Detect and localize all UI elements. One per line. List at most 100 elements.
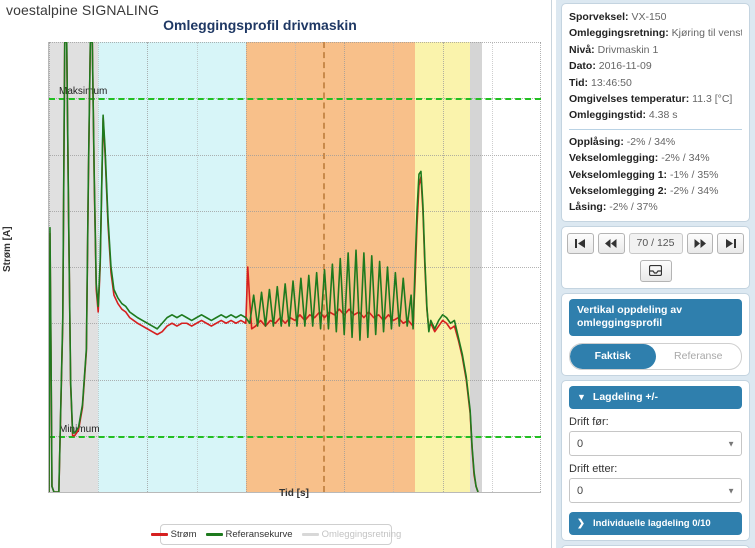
- info-row: Omgivelses temperatur: 11.3 [°C]: [569, 91, 742, 107]
- first-page-icon: [574, 238, 585, 248]
- brand-logo: voestalpine SIGNALING: [6, 2, 160, 18]
- info-value: -2% / 34%: [623, 135, 676, 148]
- info-value: -2% / 34%: [658, 152, 710, 165]
- info-key: Sporveksel:: [569, 11, 629, 23]
- info-value: 2016-11-09: [595, 60, 652, 73]
- layering-title: Lagdeling +/-: [592, 390, 658, 403]
- info-value: 11.3 [°C]: [689, 93, 733, 106]
- toggle-option-referanse[interactable]: Referanse: [656, 344, 742, 369]
- layering-panel: ▼ Lagdeling +/- Drift før: 0 ▼ Drift ett…: [561, 379, 750, 542]
- y-axis-tick-mark: [48, 267, 49, 268]
- navigation-panel: 70 / 125: [561, 225, 750, 289]
- legend-swatch: [150, 533, 168, 536]
- last-page-button[interactable]: [717, 232, 744, 254]
- info-row: Nivå: Drivmaskin 1: [569, 42, 742, 58]
- legend-swatch: [205, 533, 223, 536]
- info-row: Dato: 2016-11-09: [569, 58, 742, 74]
- individual-layering-button[interactable]: ❯ Individuelle lagdeling 0/10: [569, 512, 742, 536]
- navigation-secondary-row: [567, 259, 744, 282]
- measurement-list: Opplåsing: -2% / 34% Vekselomlegging: -2%…: [569, 134, 742, 216]
- legend-label: Omleggingsretning: [321, 529, 402, 540]
- info-key: Nivå:: [569, 43, 595, 56]
- legend-item[interactable]: Referansekurve: [205, 529, 293, 540]
- first-page-button[interactable]: [567, 232, 594, 254]
- last-page-icon: [726, 238, 737, 248]
- legend-item[interactable]: Strøm: [150, 529, 197, 540]
- plot-area[interactable]: MaksimumMinimum 0.60.811.21.41.61.822.20…: [48, 42, 541, 493]
- series-layer: [49, 42, 479, 492]
- archive-button[interactable]: [639, 259, 672, 282]
- info-key: Låsing:: [569, 201, 607, 214]
- info-row: Tid: 13:46:50: [569, 75, 742, 91]
- chart-title: Omleggingsprofil drivmaskin: [163, 17, 357, 33]
- previous-page-button[interactable]: [597, 232, 625, 254]
- measurement-row: Vekselomlegging: -2% / 34%: [569, 150, 742, 166]
- y-axis-label: Strøm [A]: [2, 226, 13, 272]
- drift-after-value: 0: [577, 484, 584, 497]
- info-value: VX-150: [628, 11, 667, 23]
- info-row: Sporveksel: VX-150: [569, 9, 742, 25]
- y-axis-tick-mark: [48, 155, 49, 156]
- info-key: Vekselomlegging 1:: [569, 168, 668, 181]
- drift-after-select[interactable]: 0 ▼: [569, 478, 742, 504]
- archive-icon: [649, 265, 662, 277]
- chevron-down-icon: ▼: [727, 486, 735, 496]
- measurement-row: Opplåsing: -2% / 34%: [569, 134, 742, 150]
- x-axis-label: Tid [s]: [279, 488, 309, 499]
- chevron-down-icon: ▼: [577, 391, 586, 402]
- info-key: Tid:: [569, 76, 589, 89]
- info-list: Sporveksel: VX-150 Omleggingsretning: Kjø…: [569, 9, 742, 124]
- chart-panel: voestalpine SIGNALING Omleggingsprofil d…: [0, 0, 557, 548]
- chevron-down-icon: ▼: [727, 439, 735, 449]
- vertical-split-title: Vertikal oppdeling av omleggingsprofil: [569, 298, 742, 336]
- chart-legend[interactable]: Strøm Referansekurve Omleggingsretning: [150, 524, 401, 545]
- drift-before-select[interactable]: 0 ▼: [569, 431, 742, 457]
- sidebar: Sporveksel: VX-150 Omleggingsretning: Kjø…: [556, 0, 755, 548]
- page-indicator[interactable]: 70 / 125: [628, 232, 683, 254]
- drift-before-value: 0: [577, 437, 584, 450]
- measurement-row: Vekselomlegging 2: -2% / 34%: [569, 183, 742, 199]
- info-value: -2% / 37%: [606, 201, 658, 214]
- info-value: 4.38 s: [646, 109, 678, 122]
- chevron-right-icon: ❯: [577, 518, 585, 530]
- info-key: Omleggingsretning:: [569, 27, 669, 40]
- info-panel: Sporveksel: VX-150 Omleggingsretning: Kjø…: [561, 3, 750, 222]
- y-axis-tick-mark: [48, 323, 49, 324]
- y-axis-tick-mark: [48, 211, 49, 212]
- info-key: Omgivelses temperatur:: [569, 93, 690, 106]
- legend-label: Strøm: [170, 529, 197, 540]
- info-value: Drivmaskin 1: [594, 43, 659, 56]
- y-axis-tick-mark: [48, 436, 49, 437]
- info-key: Vekselomlegging 2:: [569, 185, 668, 198]
- info-key: Opplåsing:: [569, 135, 624, 148]
- y-axis-tick-mark: [48, 380, 49, 381]
- vertical-split-toggle[interactable]: Faktisk Referanse: [569, 342, 742, 370]
- next-page-button[interactable]: [686, 232, 714, 254]
- navigation-row: 70 / 125: [567, 232, 744, 254]
- info-value: Kjøring til venstre: [671, 27, 742, 40]
- drift-after-label: Drift etter:: [569, 463, 618, 476]
- info-separator: [569, 128, 742, 130]
- toggle-option-faktisk[interactable]: Faktisk: [570, 343, 656, 369]
- next-page-icon: [694, 238, 706, 248]
- y-axis-tick-mark: [48, 98, 49, 99]
- series-line: [49, 42, 479, 492]
- series-line: [49, 42, 479, 492]
- info-value: -2% / 34%: [667, 185, 719, 198]
- info-value: 13:46:50: [588, 76, 632, 89]
- info-key: Omleggingstid:: [569, 109, 646, 122]
- info-value: -1% / 35%: [667, 168, 719, 181]
- layering-header[interactable]: ▼ Lagdeling +/-: [569, 385, 742, 410]
- plot-wrapper: Strøm [A] MaksimumMinimum 0.60.811.21.41…: [0, 36, 557, 506]
- legend-item[interactable]: Omleggingsretning: [301, 529, 402, 540]
- panel-divider: [551, 0, 552, 548]
- info-row: Omleggingstid: 4.38 s: [569, 107, 742, 123]
- info-key: Dato:: [569, 60, 596, 73]
- individual-layering-label: Individuelle lagdeling 0/10: [592, 518, 711, 530]
- legend-swatch: [301, 533, 319, 536]
- info-row: Omleggingsretning: Kjøring til venstre: [569, 25, 742, 41]
- vertical-split-panel: Vertikal oppdeling av omleggingsprofil F…: [561, 292, 750, 376]
- y-axis-tick-mark: [48, 42, 49, 43]
- measurement-row: Låsing: -2% / 37%: [569, 199, 742, 215]
- info-key: Vekselomlegging:: [569, 152, 659, 165]
